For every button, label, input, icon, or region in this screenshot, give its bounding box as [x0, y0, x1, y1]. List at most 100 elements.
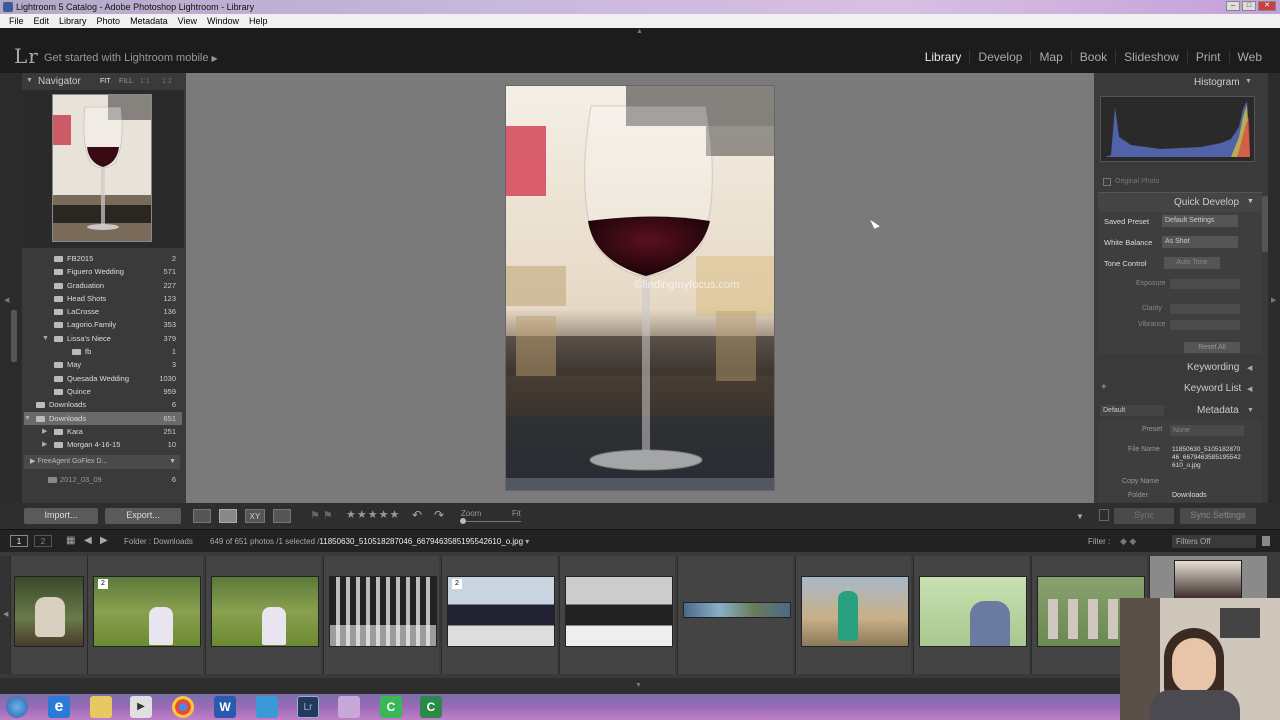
zoom-1-2[interactable]: 1:2 — [162, 78, 172, 85]
folder-item[interactable]: ▶ Morgan 4-16-15 10 — [24, 438, 182, 451]
histogram-disclosure-icon[interactable]: ▼ — [1245, 78, 1252, 85]
metadata-view-select[interactable]: Default — [1100, 405, 1164, 416]
keyword-list-title[interactable]: Keyword List — [1184, 383, 1241, 394]
keyword-list-disclosure-icon[interactable]: ◀ — [1247, 385, 1252, 393]
folder-item[interactable]: fb 1 — [24, 345, 182, 358]
camtasia-recorder-icon[interactable]: C — [420, 696, 442, 718]
folder-item[interactable]: LaCrosse 136 — [24, 305, 182, 318]
film-thumb-tracks[interactable] — [801, 576, 909, 647]
display-2-button[interactable]: 2 — [34, 535, 52, 547]
minimize-button[interactable]: – — [1226, 1, 1240, 11]
folder-item[interactable]: Head Shots 123 — [24, 292, 182, 305]
toolbar-menu-icon[interactable]: ▼ — [1076, 512, 1084, 521]
module-book[interactable]: Book — [1070, 50, 1115, 64]
filename-dropdown-icon[interactable]: ▾ — [525, 537, 529, 546]
sync-toggle[interactable] — [1099, 509, 1109, 521]
metadata-disclosure-icon[interactable]: ▼ — [1247, 407, 1254, 414]
module-develop[interactable]: Develop — [969, 50, 1030, 64]
rotate-right-icon[interactable]: ↷ — [434, 508, 444, 522]
folder-item[interactable]: ▼ Lissa's Niece 379 — [24, 332, 182, 345]
menu-library[interactable]: Library — [54, 14, 92, 28]
navigator-header[interactable]: ▼ Navigator FIT FILL 1:1 1:2 — [22, 74, 184, 90]
auto-tone-button[interactable]: Auto Tone — [1164, 257, 1220, 269]
exposure-stepper[interactable] — [1170, 279, 1240, 289]
sync-button[interactable]: Sync — [1114, 508, 1174, 524]
file-name-value[interactable]: 11850630_510518287046_667946358519554261… — [1172, 446, 1242, 470]
main-photo[interactable]: ©findingmyfocus.com — [505, 85, 775, 491]
keywording-title[interactable]: Keywording — [1187, 362, 1239, 373]
module-slideshow[interactable]: Slideshow — [1115, 50, 1187, 64]
filters-select[interactable]: Filters Off — [1172, 535, 1256, 548]
camtasia-icon[interactable]: C — [380, 696, 402, 718]
add-keyword-icon[interactable]: + — [1101, 382, 1107, 393]
sync-settings-button[interactable]: Sync Settings — [1180, 508, 1256, 524]
collapse-top-arrow[interactable]: ▲ — [636, 28, 643, 35]
folder-item[interactable]: Downloads 6 — [24, 398, 182, 411]
menu-edit[interactable]: Edit — [29, 14, 55, 28]
flag-icons[interactable]: ⚑ ⚑ — [310, 509, 333, 522]
zoom-slider-thumb[interactable] — [460, 518, 466, 524]
film-thumb-team-bw[interactable] — [565, 576, 673, 647]
filter-switch[interactable] — [1262, 536, 1270, 546]
film-thumb-field-1[interactable]: 2 — [93, 576, 201, 647]
white-balance-select[interactable]: As Shot — [1162, 236, 1238, 248]
star-rating[interactable]: ★★★★★ — [346, 508, 400, 521]
collapse-bottom-arrow[interactable]: ▼ — [635, 682, 642, 689]
folder-item[interactable]: Quesada Wedding 1030 — [24, 372, 182, 385]
film-thumb-team-color[interactable]: 2 — [447, 576, 555, 647]
maximize-button[interactable]: □ — [1242, 1, 1256, 11]
menu-photo[interactable]: Photo — [92, 14, 126, 28]
compare-view-icon[interactable]: XY — [245, 509, 265, 523]
rotate-left-icon[interactable]: ↶ — [412, 508, 422, 522]
collapsed-arrow-icon[interactable]: ▶ — [42, 425, 47, 438]
film-thumb-wine-glass[interactable] — [1174, 560, 1242, 600]
menu-window[interactable]: Window — [202, 14, 244, 28]
right-collapse-arrow[interactable]: ▶ — [1271, 296, 1276, 304]
navigator-thumbnail[interactable] — [52, 94, 152, 242]
histogram-title[interactable]: Histogram — [1194, 77, 1240, 88]
folder-item[interactable]: FB2015 2 — [24, 252, 182, 265]
film-thumb-panorama[interactable] — [683, 602, 791, 618]
module-map[interactable]: Map — [1030, 50, 1070, 64]
film-thumb-pier[interactable] — [329, 576, 437, 647]
word-icon[interactable]: W — [214, 696, 236, 718]
right-panel-scrollbar[interactable] — [1262, 196, 1268, 252]
keywording-disclosure-icon[interactable]: ◀ — [1247, 364, 1252, 372]
grid-icon[interactable]: ▦ — [66, 535, 75, 546]
survey-view-icon[interactable] — [273, 509, 291, 523]
zoom-fill[interactable]: FILL — [119, 78, 133, 85]
reset-all-button[interactable]: Reset All — [1184, 342, 1240, 353]
filmstrip-scroll-left[interactable]: ◀ — [3, 610, 8, 618]
film-thumb-couple[interactable] — [14, 576, 84, 647]
zoom-fit[interactable]: FIT — [100, 78, 111, 85]
folder-item[interactable]: Figuero Wedding 571 — [24, 265, 182, 278]
folder-item[interactable]: Quince 959 — [24, 385, 182, 398]
app-icon-blue[interactable] — [256, 696, 278, 718]
chrome-icon[interactable] — [172, 696, 194, 718]
file-explorer-icon[interactable] — [90, 696, 112, 718]
menu-help[interactable]: Help — [244, 14, 273, 28]
clarity-stepper[interactable] — [1170, 304, 1240, 314]
module-web[interactable]: Web — [1228, 50, 1270, 64]
display-1-button[interactable]: 1 — [10, 535, 28, 547]
forward-arrow-icon[interactable]: ▶ — [100, 535, 108, 546]
folder-item[interactable]: May 3 — [24, 358, 182, 371]
menu-file[interactable]: File — [4, 14, 29, 28]
zoom-slider[interactable] — [461, 521, 521, 522]
expanded-arrow-icon[interactable]: ▼ — [42, 332, 49, 345]
film-thumb-family[interactable] — [919, 576, 1027, 647]
export-button[interactable]: Export... — [105, 508, 181, 524]
date-folder[interactable]: 2012_03_09 6 — [24, 473, 182, 486]
module-library[interactable]: Library — [917, 50, 970, 64]
expanded-arrow-icon[interactable]: ▼ — [24, 412, 31, 425]
lightroom-mobile-link[interactable]: Get started with Lightroom mobile ▶ — [44, 52, 218, 64]
original-photo-checkbox[interactable] — [1103, 178, 1111, 186]
menu-view[interactable]: View — [173, 14, 202, 28]
folder-item[interactable]: Graduation 227 — [24, 279, 182, 292]
media-player-icon[interactable]: ▶ — [130, 696, 152, 718]
metadata-preset-select[interactable]: None — [1170, 425, 1244, 436]
folder-item[interactable]: ▼ Downloads 651 — [24, 411, 182, 425]
volume-header[interactable]: ▶ FreeAgent GoFlex D... ▼ — [24, 455, 180, 469]
loupe-view-icon[interactable] — [219, 509, 237, 523]
left-panel-scrollbar[interactable] — [11, 310, 17, 362]
